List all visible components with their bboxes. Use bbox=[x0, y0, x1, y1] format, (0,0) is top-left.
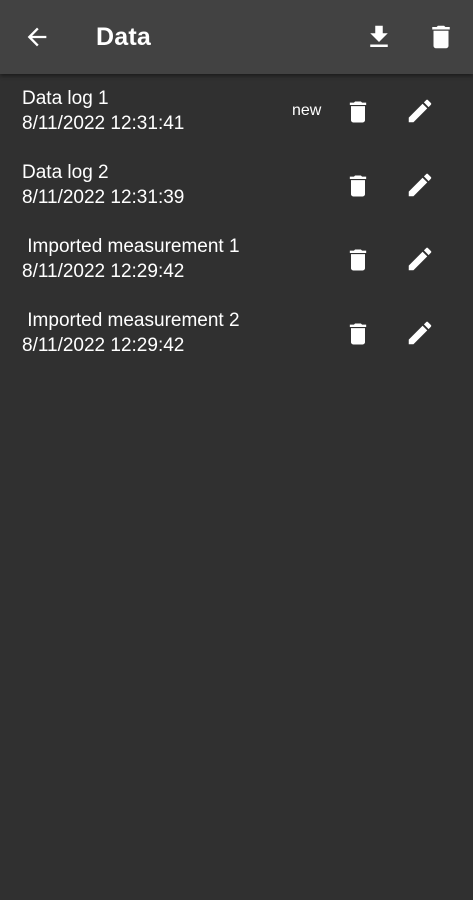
trash-icon bbox=[344, 98, 372, 126]
page-title: Data bbox=[96, 23, 151, 51]
list-item[interactable]: Imported measurement 1 8/11/2022 12:29:4… bbox=[0, 222, 473, 296]
log-name: Imported measurement 1 bbox=[22, 236, 240, 257]
delete-log-button[interactable] bbox=[336, 238, 380, 282]
edit-log-button[interactable] bbox=[398, 237, 442, 281]
back-button[interactable] bbox=[14, 14, 60, 60]
edit-log-button[interactable] bbox=[398, 89, 442, 133]
log-name: Imported measurement 2 bbox=[22, 310, 240, 331]
trash-icon bbox=[426, 22, 456, 52]
edit-log-button[interactable] bbox=[398, 163, 442, 207]
pencil-icon bbox=[405, 318, 435, 348]
new-badge: new bbox=[292, 102, 322, 119]
pencil-icon bbox=[405, 244, 435, 274]
download-button[interactable] bbox=[356, 14, 402, 60]
delete-log-button[interactable] bbox=[336, 312, 380, 356]
trash-icon bbox=[344, 246, 372, 274]
log-date: 8/11/2022 12:29:42 bbox=[22, 261, 185, 282]
delete-log-button[interactable] bbox=[336, 164, 380, 208]
log-name: Data log 1 bbox=[22, 88, 109, 109]
app-bar: Data bbox=[0, 0, 473, 74]
download-icon bbox=[364, 22, 394, 52]
log-name: Data log 2 bbox=[22, 162, 109, 183]
list-item[interactable]: Data log 2 8/11/2022 12:31:39 bbox=[0, 148, 473, 222]
pencil-icon bbox=[405, 170, 435, 200]
edit-log-button[interactable] bbox=[398, 311, 442, 355]
trash-icon bbox=[344, 172, 372, 200]
pencil-icon bbox=[405, 96, 435, 126]
delete-log-button[interactable] bbox=[336, 90, 380, 134]
list-item[interactable]: Data log 1 8/11/2022 12:31:41 new bbox=[0, 74, 473, 148]
log-date: 8/11/2022 12:29:42 bbox=[22, 335, 185, 356]
log-date: 8/11/2022 12:31:41 bbox=[22, 113, 185, 134]
log-date: 8/11/2022 12:31:39 bbox=[22, 187, 185, 208]
list-item[interactable]: Imported measurement 2 8/11/2022 12:29:4… bbox=[0, 296, 473, 370]
delete-all-button[interactable] bbox=[418, 14, 464, 60]
trash-icon bbox=[344, 320, 372, 348]
arrow-back-icon bbox=[23, 23, 51, 51]
